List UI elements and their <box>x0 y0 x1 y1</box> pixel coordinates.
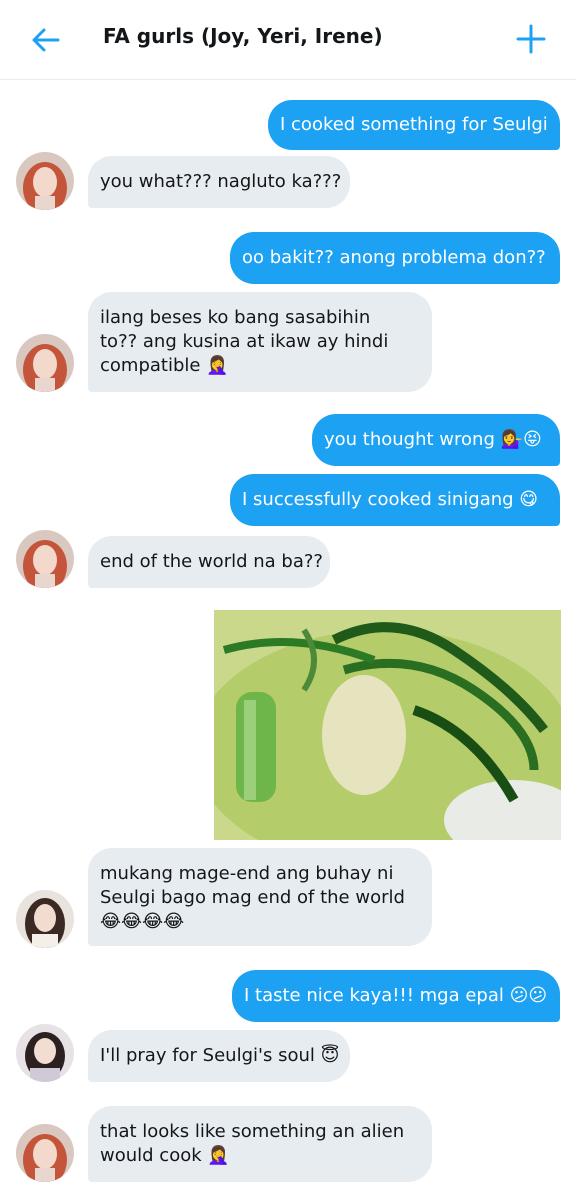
avatar[interactable] <box>16 1024 74 1082</box>
message-text-line: to?? ang kusina at ikaw ay hindi <box>100 331 389 352</box>
message-text-line: would cook 🤦‍♀️ <box>100 1145 230 1166</box>
message-bubble-received[interactable]: mukang mage-end ang buhay ni Seulgi bago… <box>88 848 432 946</box>
message-text: you what??? nagluto ka??? <box>100 171 342 192</box>
avatar-dark-hair-image <box>16 890 74 948</box>
message-bubble-sent[interactable]: I successfully cooked sinigang 😋 <box>230 474 560 526</box>
message-text-line: compatible 🤦‍♀️ <box>100 355 229 376</box>
message-text: I successfully cooked sinigang 😋 <box>242 489 539 510</box>
message-text: oo bakit?? anong problema don?? <box>242 247 546 268</box>
message-bubble-received[interactable]: I'll pray for Seulgi's soul 😇 <box>88 1030 350 1082</box>
avatar[interactable] <box>16 890 74 948</box>
avatar[interactable] <box>16 152 74 210</box>
sinigang-soup-photo[interactable] <box>214 610 561 840</box>
message-bubble-sent[interactable]: I taste nice kaya!!! mga epal 😕😕 <box>232 970 560 1022</box>
message-text-line: that looks like something an alien <box>100 1121 405 1142</box>
message-text-line: 😂😂😂😂 <box>100 911 185 932</box>
message-text: end of the world na ba?? <box>100 551 323 572</box>
avatar[interactable] <box>16 1124 74 1182</box>
avatar-dark-hair-image <box>16 1024 74 1082</box>
message-bubble-received[interactable]: end of the world na ba?? <box>88 536 330 588</box>
message-text: I'll pray for Seulgi's soul 😇 <box>100 1045 340 1066</box>
message-text: I taste nice kaya!!! mga epal 😕😕 <box>244 985 548 1006</box>
message-bubble-sent[interactable]: oo bakit?? anong problema don?? <box>230 232 560 284</box>
message-bubble-received[interactable]: that looks like something an alien would… <box>88 1106 432 1182</box>
message-text-line: ilang beses ko bang sasabihin <box>100 307 371 328</box>
message-bubble-received[interactable]: ilang beses ko bang sasabihin to?? ang k… <box>88 292 432 392</box>
plus-icon <box>516 24 546 54</box>
message-text: I cooked something for Seulgi <box>280 114 548 135</box>
avatar-orange-hair-image <box>16 334 74 392</box>
message-bubble-sent[interactable]: I cooked something for Seulgi <box>268 100 560 150</box>
message-text: you thought wrong 💁‍♀️😝 <box>324 429 542 450</box>
add-participant-button[interactable] <box>514 22 548 56</box>
avatar-orange-hair-image <box>16 530 74 588</box>
avatar[interactable] <box>16 530 74 588</box>
avatar[interactable] <box>16 334 74 392</box>
conversation-header: FA gurls (Joy, Yeri, Irene) <box>0 0 576 80</box>
message-bubble-sent[interactable]: you thought wrong 💁‍♀️😝 <box>312 414 560 466</box>
back-button[interactable] <box>28 22 64 58</box>
message-bubble-received[interactable]: you what??? nagluto ka??? <box>88 156 350 208</box>
conversation-title[interactable]: FA gurls (Joy, Yeri, Irene) <box>103 24 383 48</box>
message-text-line: mukang mage-end ang buhay ni <box>100 863 394 884</box>
message-text-line: Seulgi bago mag end of the world <box>100 887 405 908</box>
arrow-left-icon <box>32 28 60 52</box>
avatar-orange-hair-image <box>16 152 74 210</box>
soup-image <box>214 610 561 840</box>
avatar-orange-hair-image <box>16 1124 74 1182</box>
